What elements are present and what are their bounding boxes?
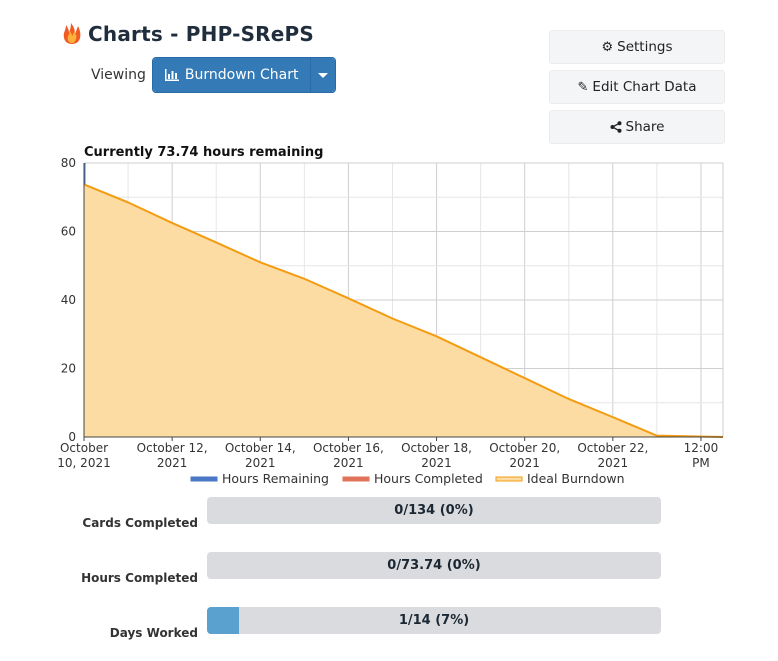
days-worked-label: Days Worked: [109, 626, 198, 640]
legend-swatch: [342, 476, 370, 482]
y-tick-label: 60: [61, 225, 76, 239]
x-tick-label: October 10, 2021: [57, 441, 110, 470]
x-tick-label: October 12, 2021: [137, 441, 208, 470]
cards-completed-value: 0/134 (0%): [394, 503, 474, 518]
days-worked-progress: 1/14 (7%): [207, 607, 661, 634]
x-tick-label: October 16, 2021: [313, 441, 384, 470]
x-tick-label: October 22, 2021: [577, 441, 648, 470]
x-tick-label: October 14, 2021: [225, 441, 296, 470]
y-tick-label: 40: [61, 293, 76, 307]
y-tick-label: 20: [61, 362, 76, 376]
days-worked-value: 1/14 (7%): [398, 613, 470, 628]
x-tick-label: October 20, 2021: [489, 441, 560, 470]
hours-completed-progress: 0/73.74 (0%): [207, 552, 661, 579]
cards-completed-label: Cards Completed: [82, 516, 198, 530]
legend-label: Hours Remaining: [222, 471, 329, 486]
x-tick-label: 12:00 PM: [684, 441, 719, 470]
ideal-burndown-area: [84, 184, 723, 437]
legend-swatch: [495, 476, 523, 482]
legend-label: Ideal Burndown: [527, 471, 625, 486]
legend-swatch: [190, 476, 218, 482]
y-tick-label: 80: [61, 156, 76, 170]
chart-legend: Hours Remaining Hours Completed Ideal Burn…: [190, 471, 625, 486]
cards-completed-progress: 0/134 (0%): [207, 497, 661, 524]
hours-completed-value: 0/73.74 (0%): [387, 558, 481, 573]
x-tick-label: October 18, 2021: [401, 441, 472, 470]
hours-completed-label: Hours Completed: [81, 571, 198, 585]
legend-label: Hours Completed: [374, 471, 483, 486]
